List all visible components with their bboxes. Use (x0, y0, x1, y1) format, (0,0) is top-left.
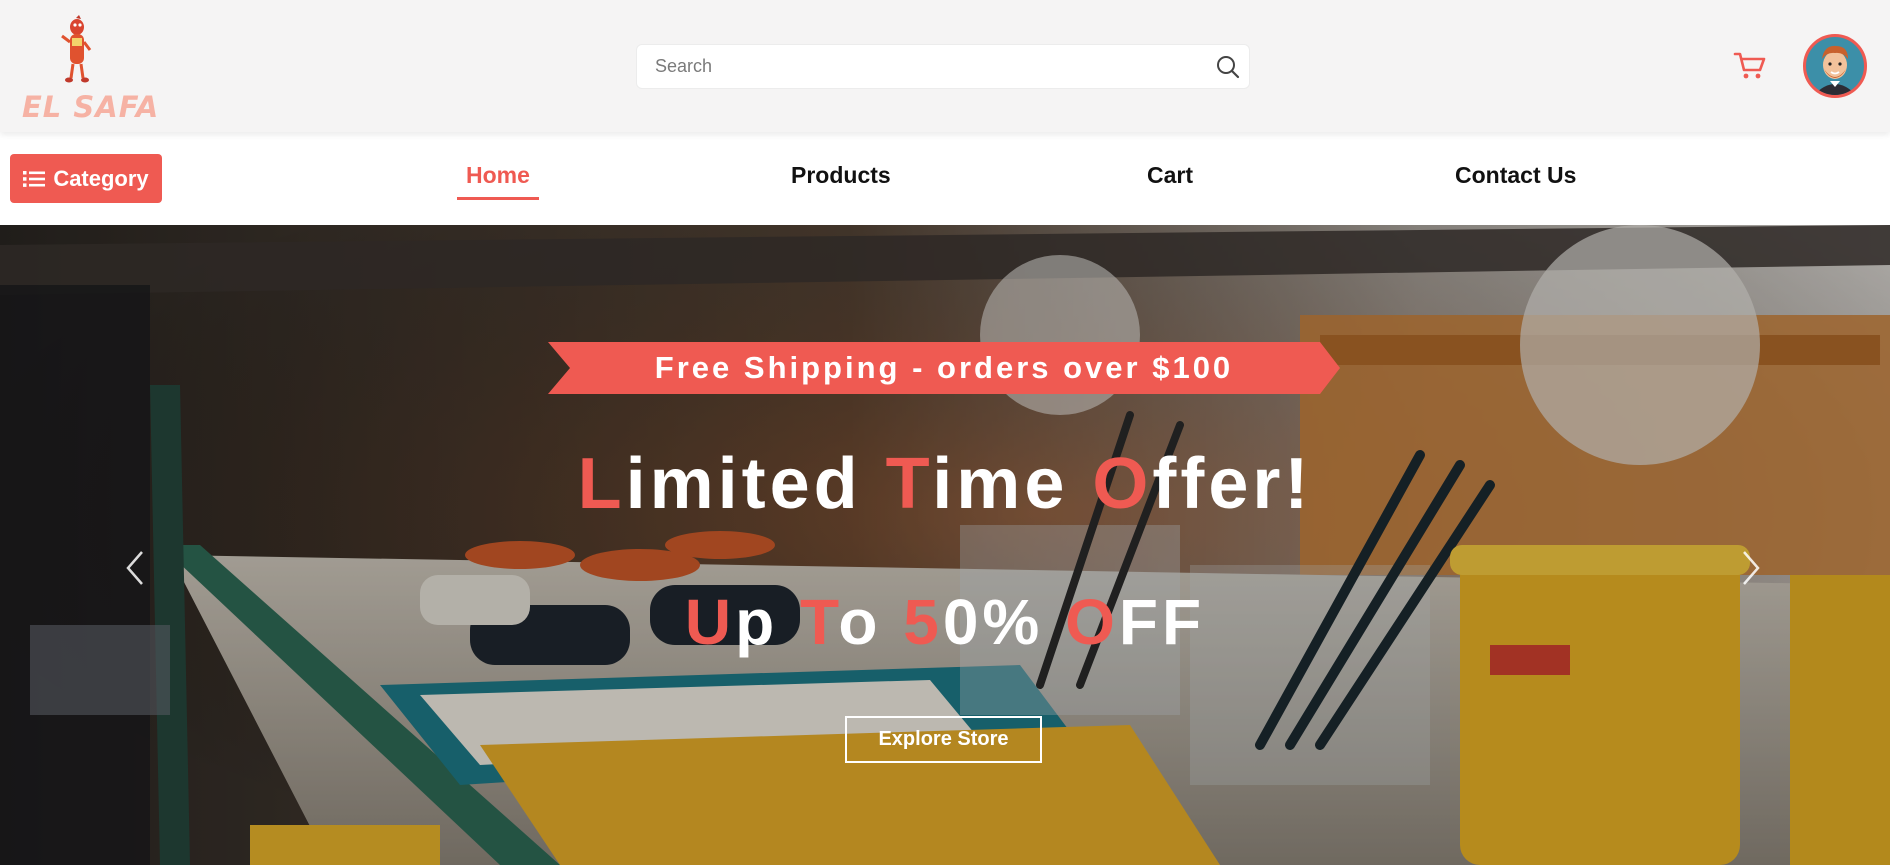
user-avatar[interactable] (1803, 34, 1867, 98)
brand-logo[interactable]: EL SAFA (18, 12, 158, 124)
mascot-logo-icon (61, 15, 92, 83)
hero-carousel: Free Shipping - orders over $100 Limited… (0, 225, 1890, 865)
main-nav: Category Home Products Cart Contact Us (0, 132, 1890, 225)
nav-link-home[interactable]: Home (466, 162, 530, 189)
logo-text: EL SAFA (22, 90, 160, 124)
nav-link-products[interactable]: Products (791, 162, 891, 189)
top-header: EL SAFA (0, 0, 1890, 132)
free-shipping-text: Free Shipping - orders over $100 (654, 350, 1234, 385)
nav-link-cart[interactable]: Cart (1147, 162, 1193, 189)
avatar-icon (1806, 37, 1864, 95)
explore-store-button[interactable]: Explore Store (845, 716, 1042, 763)
nav-link-contact-us[interactable]: Contact Us (1455, 162, 1576, 189)
category-label: Category (53, 165, 149, 191)
search-input[interactable] (655, 45, 1195, 88)
search-icon[interactable] (1215, 54, 1241, 80)
hero-overlay (0, 225, 1890, 865)
hero-subline: Up To 50% OFF (684, 586, 1206, 658)
chevron-right-icon[interactable] (1736, 548, 1764, 588)
chevron-left-icon[interactable] (122, 548, 150, 588)
hero-headline: Limited Time Offer! (577, 444, 1313, 524)
search-bar (636, 44, 1250, 89)
active-nav-indicator (457, 197, 539, 200)
list-icon (23, 170, 46, 187)
category-button[interactable]: Category (10, 154, 162, 203)
cart-icon[interactable] (1733, 50, 1767, 82)
